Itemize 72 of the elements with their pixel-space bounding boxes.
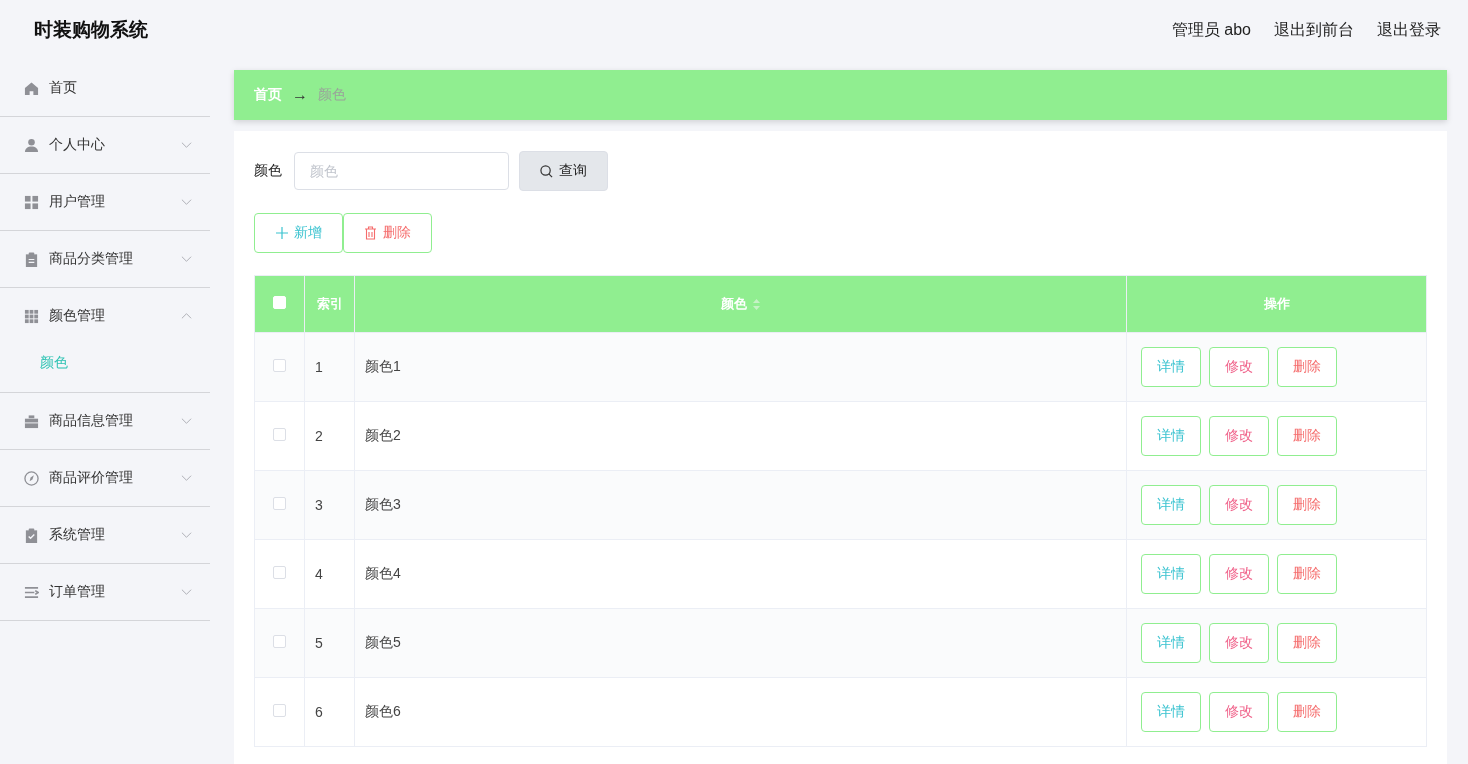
- detail-button[interactable]: 详情: [1141, 347, 1201, 387]
- search-icon: [540, 164, 553, 178]
- header-link[interactable]: 管理员 abo: [1171, 19, 1251, 41]
- user-icon: [24, 137, 39, 153]
- trash-icon: [364, 226, 377, 240]
- app-title: 时装购物系统: [34, 18, 148, 42]
- table-cell: 4: [315, 566, 323, 582]
- table-cell: 1: [315, 359, 323, 375]
- grid-icon: [24, 194, 39, 210]
- table-cell: 3: [315, 497, 323, 513]
- checkbox[interactable]: [273, 635, 286, 648]
- delete-button[interactable]: 删除: [1277, 347, 1337, 387]
- delete-button[interactable]: 删除: [1277, 623, 1337, 663]
- edit-button[interactable]: 修改: [1209, 347, 1269, 387]
- table-cell: 颜色4: [365, 565, 401, 581]
- column-header: 索引: [316, 296, 343, 311]
- table-cell: 颜色3: [365, 496, 401, 512]
- sidebar-item[interactable]: 订单管理: [0, 564, 210, 620]
- table-cell: 颜色6: [365, 703, 401, 719]
- checkbox[interactable]: [273, 428, 286, 441]
- clipboard-icon: [24, 251, 39, 267]
- table-cell: 5: [315, 635, 323, 651]
- edit-button[interactable]: 修改: [1209, 554, 1269, 594]
- edit-button[interactable]: 修改: [1209, 485, 1269, 525]
- plus-icon: [275, 227, 288, 239]
- header-link[interactable]: 退出登录: [1377, 19, 1441, 41]
- checkbox[interactable]: [273, 497, 286, 510]
- sidebar-item[interactable]: 系统管理: [0, 507, 210, 563]
- sidebar-item[interactable]: 商品信息管理: [0, 393, 210, 449]
- search-button[interactable]: 查询: [519, 151, 608, 191]
- sidebar-item[interactable]: 首页: [0, 60, 210, 116]
- sidebar-item[interactable]: 个人中心: [0, 117, 210, 173]
- edit-button[interactable]: 修改: [1209, 416, 1269, 456]
- delete-button[interactable]: 删除: [1277, 416, 1337, 456]
- field-label: 颜色: [254, 162, 282, 180]
- detail-button[interactable]: 详情: [1141, 416, 1201, 456]
- detail-button[interactable]: 详情: [1141, 554, 1201, 594]
- grid-icon: [24, 308, 39, 324]
- header-link[interactable]: 退出到前台: [1274, 19, 1354, 41]
- submenu-item[interactable]: 颜色: [0, 344, 210, 392]
- sidebar-item[interactable]: 颜色管理: [0, 288, 210, 344]
- table-cell: 颜色5: [365, 634, 401, 650]
- add-button[interactable]: 新增: [254, 213, 343, 253]
- compass-icon: [24, 470, 39, 486]
- clipboard-check-icon: [24, 527, 39, 543]
- delete-button[interactable]: 删除: [1277, 485, 1337, 525]
- table-cell: 2: [315, 428, 323, 444]
- briefcase-icon: [24, 413, 39, 429]
- sidebar-item[interactable]: 商品分类管理: [0, 231, 210, 287]
- delete-button[interactable]: 删除: [1277, 692, 1337, 732]
- table-cell: 颜色2: [365, 427, 401, 443]
- checkbox[interactable]: [273, 704, 286, 717]
- detail-button[interactable]: 详情: [1141, 485, 1201, 525]
- breadcrumb-current: 颜色: [318, 86, 346, 104]
- delete-button[interactable]: 删除: [1277, 554, 1337, 594]
- edit-button[interactable]: 修改: [1209, 692, 1269, 732]
- sidebar-item[interactable]: 用户管理: [0, 174, 210, 230]
- detail-button[interactable]: 详情: [1141, 692, 1201, 732]
- delete-button[interactable]: 删除: [343, 213, 432, 253]
- search-field[interactable]: 颜色: [294, 152, 509, 190]
- edit-button[interactable]: 修改: [1209, 623, 1269, 663]
- list-icon: [24, 584, 39, 600]
- sidebar-item[interactable]: 商品评价管理: [0, 450, 210, 506]
- sort-icon[interactable]: [753, 298, 760, 310]
- table-cell: 6: [315, 704, 323, 720]
- table-cell: 颜色1: [365, 358, 401, 374]
- breadcrumb-separator: →: [292, 86, 308, 104]
- checkbox[interactable]: [273, 566, 286, 579]
- column-header: 操作: [1263, 296, 1290, 311]
- detail-button[interactable]: 详情: [1141, 623, 1201, 663]
- checkbox[interactable]: [273, 359, 286, 372]
- home-icon: [24, 80, 39, 96]
